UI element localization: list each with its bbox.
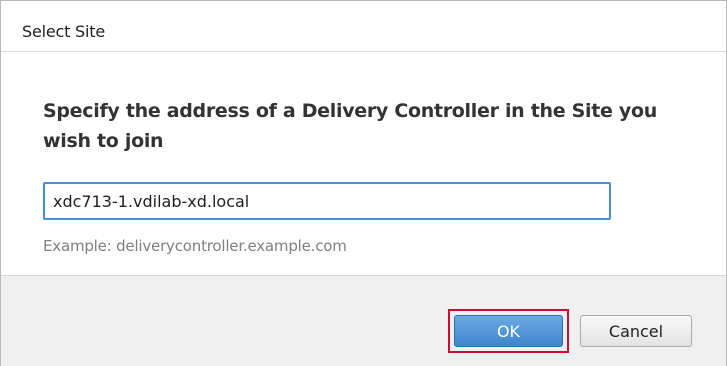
select-site-dialog: Select Site Specify the address of a Del… [0,0,727,366]
dialog-content: Specify the address of a Delivery Contro… [1,51,726,275]
dialog-title: Select Site [22,22,105,41]
ok-button-highlight: OK [448,309,569,353]
controller-address-input[interactable] [43,182,611,220]
instruction-text: Specify the address of a Delivery Contro… [43,100,657,152]
cancel-button[interactable]: Cancel [580,315,692,347]
dialog-footer: OK Cancel [1,275,726,366]
example-hint: Example: deliverycontroller.example.com [43,237,347,255]
ok-button[interactable]: OK [454,315,563,347]
dialog-titlebar: Select Site [1,1,726,51]
